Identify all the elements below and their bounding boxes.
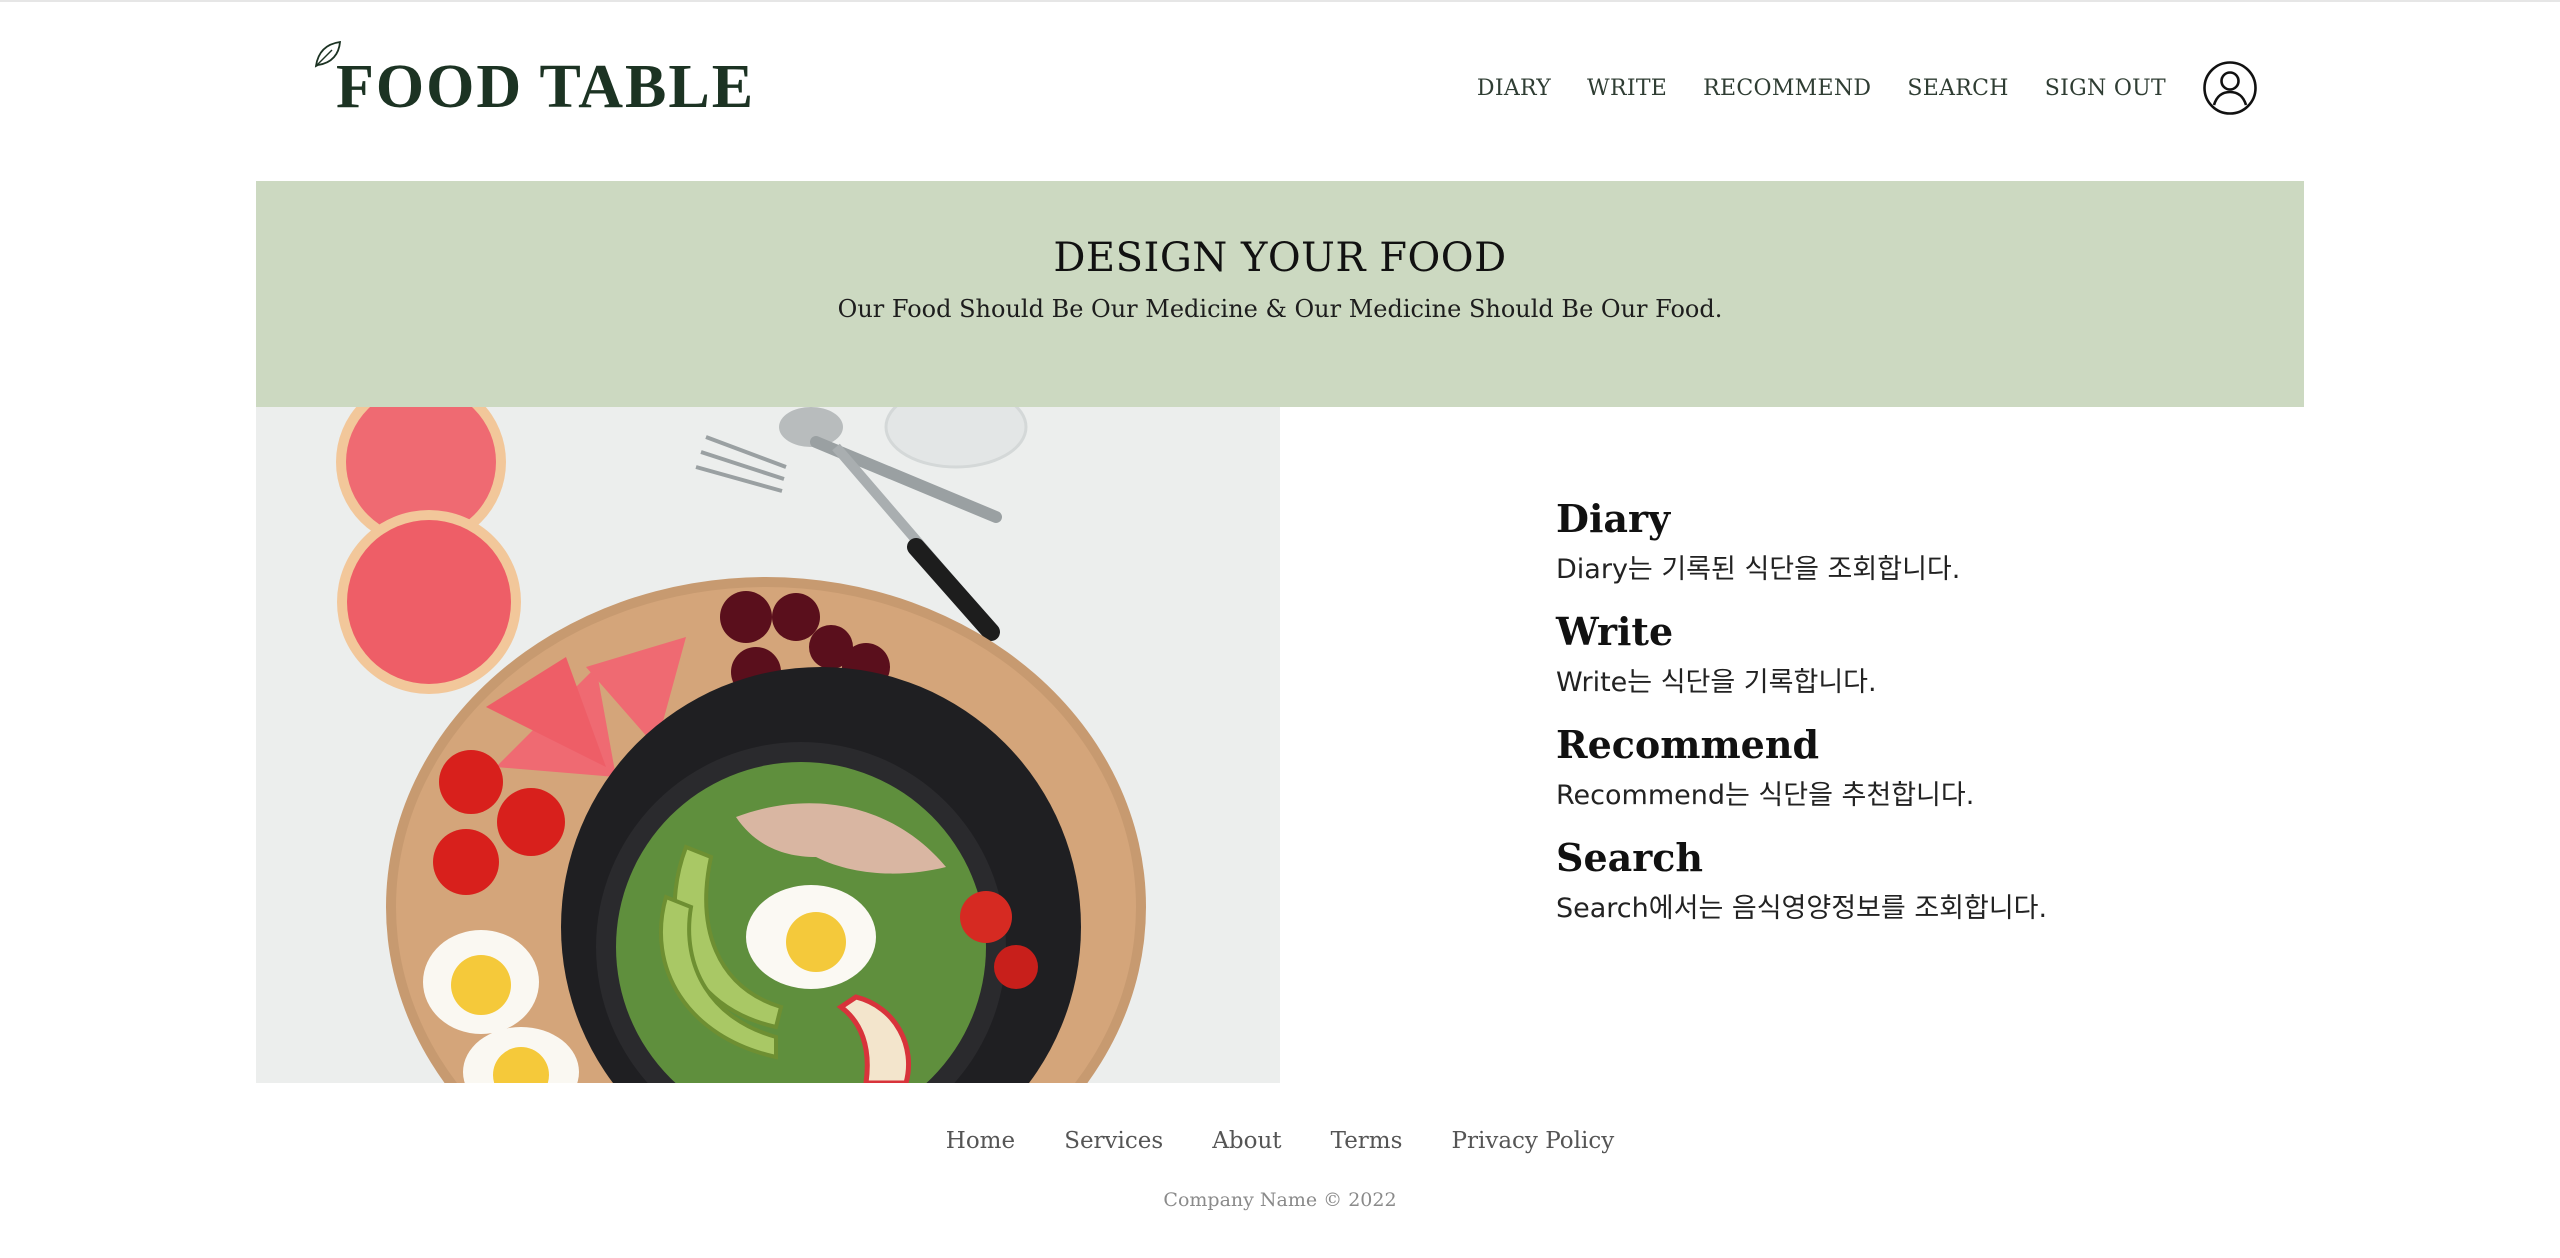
copyright-text: Company Name © 2022 xyxy=(1163,1189,1397,1211)
hero-subtitle: Our Food Should Be Our Medicine & Our Me… xyxy=(837,295,1723,323)
nav-search[interactable]: SEARCH xyxy=(1907,76,2008,101)
nav-diary[interactable]: DIARY xyxy=(1477,76,1551,101)
feature-title: Search xyxy=(1556,835,1704,880)
footer-link-privacy[interactable]: Privacy Policy xyxy=(1452,1128,1615,1154)
feature-description: Recommend는 식단을 추천합니다. xyxy=(1556,780,1975,811)
feature-recommend: Recommend Recommend는 식단을 추천합니다. xyxy=(1556,722,2276,811)
feature-diary: Diary Diary는 기록된 식단을 조회합니다. xyxy=(1556,496,2276,585)
brand-logo[interactable]: FOOD TABLE xyxy=(312,38,755,118)
top-border xyxy=(0,0,2560,2)
feature-title: Recommend xyxy=(1556,722,1820,767)
footer-link-terms[interactable]: Terms xyxy=(1331,1128,1403,1154)
feature-list: Diary Diary는 기록된 식단을 조회합니다. Write Write는… xyxy=(1556,500,2276,952)
feature-title: Write xyxy=(1556,609,1674,654)
leaf-icon xyxy=(314,40,341,68)
feature-title: Diary xyxy=(1556,496,1671,541)
hero-title: DESIGN YOUR FOOD xyxy=(1053,235,1507,281)
nav-recommend[interactable]: RECOMMEND xyxy=(1703,76,1871,101)
hero-banner: DESIGN YOUR FOOD Our Food Should Be Our … xyxy=(256,181,2304,407)
feature-search: Search Search에서는 음식영양정보를 조회합니다. xyxy=(1556,835,2276,924)
food-photo xyxy=(256,407,1280,1083)
feature-write: Write Write는 식단을 기록합니다. xyxy=(1556,609,2276,698)
user-circle-icon[interactable] xyxy=(2202,60,2258,116)
food-illustration xyxy=(256,407,1280,1083)
feature-description: Search에서는 음식영양정보를 조회합니다. xyxy=(1556,893,2048,924)
footer-link-about[interactable]: About xyxy=(1212,1128,1281,1154)
brand-name: FOOD TABLE xyxy=(336,53,756,121)
feature-description: Write는 식단을 기록합니다. xyxy=(1556,667,1877,698)
main-nav: DIARY WRITE RECOMMEND SEARCH SIGN OUT xyxy=(1477,60,2258,116)
nav-sign-out[interactable]: SIGN OUT xyxy=(2045,76,2166,101)
footer-nav: Home Services About Terms Privacy Policy xyxy=(0,1128,2560,1154)
footer-link-services[interactable]: Services xyxy=(1064,1128,1163,1154)
feature-description: Diary는 기록된 식단을 조회합니다. xyxy=(1556,554,1961,585)
nav-write[interactable]: WRITE xyxy=(1587,76,1667,101)
footer-link-home[interactable]: Home xyxy=(946,1128,1015,1154)
